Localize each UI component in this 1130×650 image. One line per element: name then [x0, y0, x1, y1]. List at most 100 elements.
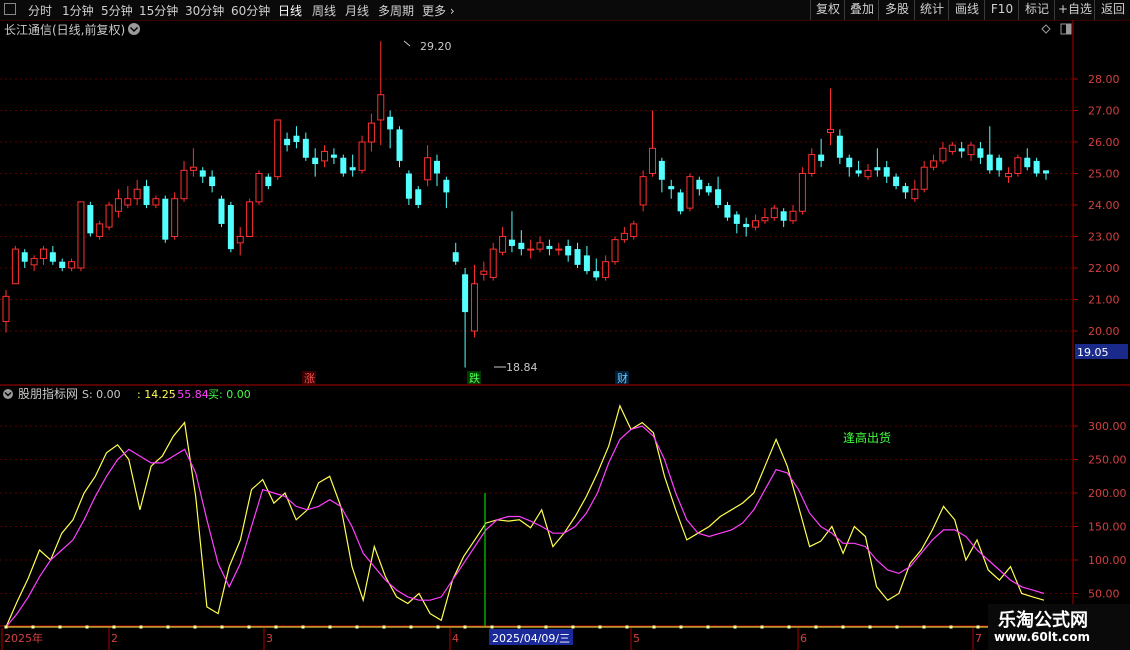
candle	[977, 142, 984, 165]
candle-body	[133, 188, 141, 200]
candle-body	[818, 154, 825, 161]
main-tick-label: 22.00	[1088, 262, 1120, 275]
candle-body	[312, 157, 319, 165]
candle-body	[798, 173, 806, 212]
candle-body	[321, 150, 329, 162]
candle	[11, 245, 19, 285]
candle	[59, 258, 66, 272]
candle-body	[996, 157, 1003, 171]
buy-dot	[274, 625, 278, 629]
buy-dot	[193, 625, 197, 629]
candle-body	[77, 201, 85, 269]
indicator-annotation: 逢高出货	[843, 430, 891, 445]
candle	[302, 132, 309, 161]
candle-body	[340, 157, 347, 174]
candle	[827, 88, 835, 146]
date-label: 3	[266, 632, 273, 645]
candle	[358, 135, 366, 174]
candle	[639, 170, 647, 212]
candle-body	[424, 157, 432, 181]
candle	[611, 236, 619, 265]
buy-dot	[679, 625, 683, 629]
indicator-readout-s: S: 0.00	[82, 388, 121, 401]
candle-body	[105, 204, 113, 228]
candle-body	[761, 217, 769, 222]
buy-dot	[409, 625, 413, 629]
buy-dot	[814, 625, 818, 629]
candle	[836, 129, 843, 165]
candle-body	[30, 258, 38, 266]
candle-body	[527, 248, 535, 251]
candle-body	[902, 186, 909, 193]
candle-body	[574, 249, 581, 265]
buy-dot	[895, 625, 899, 629]
candle	[789, 205, 797, 224]
candle-body	[377, 94, 385, 121]
event-marker-cai[interactable]: 财	[615, 371, 629, 385]
candle	[312, 148, 319, 177]
date-label: 6	[800, 632, 807, 645]
candle-body	[846, 157, 853, 168]
candle	[508, 211, 515, 253]
candle-body	[855, 170, 862, 174]
main-tick-label: 24.00	[1088, 199, 1120, 212]
candle-body	[930, 160, 938, 168]
axis-layer: 20.00 21.00 22.00 23.00 24.00 25.00 26.00 27.00…	[1073, 73, 1127, 601]
candle-body	[274, 119, 282, 178]
candle	[293, 126, 300, 149]
panel-toggle-icon[interactable]	[1060, 23, 1072, 35]
indicator-dropdown-icon[interactable]	[3, 389, 13, 399]
candle	[377, 41, 385, 146]
date-axis: 2025年 2 3 4 5 6 7 2025/04/09/三	[1, 628, 982, 650]
candle	[967, 142, 975, 161]
event-marker-zhang[interactable]: 涨	[302, 371, 316, 385]
candle	[1033, 157, 1040, 177]
candle-body	[189, 166, 197, 171]
candle-body	[780, 211, 787, 221]
candle-body	[508, 239, 515, 246]
candle	[480, 261, 488, 281]
title-dropdown-icon[interactable]	[128, 23, 140, 35]
candle-body	[893, 176, 900, 187]
candle	[246, 198, 254, 238]
candle	[893, 173, 900, 190]
event-cai-label: 财	[617, 371, 628, 385]
watermark-title: 乐淘公式网	[998, 610, 1088, 631]
candle	[162, 195, 169, 243]
candle-body	[236, 236, 244, 244]
candle	[274, 119, 282, 180]
candle	[227, 201, 234, 253]
date-highlight-label: 2025/04/09/三	[492, 632, 570, 645]
candle	[152, 195, 160, 209]
candle	[602, 255, 610, 281]
candle-body	[284, 138, 291, 146]
candle-body	[743, 223, 750, 228]
buy-dot	[166, 625, 170, 629]
diamond-icon[interactable]	[1041, 24, 1051, 34]
candle-body	[114, 198, 122, 212]
candle-body	[948, 144, 956, 152]
buy-dot	[976, 625, 980, 629]
candle-body	[789, 210, 797, 222]
candle-body	[143, 186, 150, 205]
candle	[489, 242, 497, 281]
event-marker-die[interactable]: 跌	[467, 371, 481, 385]
candle	[39, 245, 47, 265]
candle-body	[696, 179, 703, 190]
buy-dot	[922, 625, 926, 629]
candle-body	[124, 198, 132, 206]
min-price-label: 18.84	[506, 361, 538, 374]
main-tick-label: 21.00	[1088, 294, 1120, 307]
buy-dot	[220, 625, 224, 629]
ind-tick-label: 250.00	[1088, 454, 1127, 467]
stock-chart: 20.00 21.00 22.00 23.00 24.00 25.00 26.00 27.00…	[0, 20, 1130, 650]
candle	[143, 179, 150, 209]
candle-body	[630, 223, 638, 237]
buy-dot	[382, 625, 386, 629]
candle	[96, 220, 104, 240]
candle-body	[883, 167, 890, 177]
candle	[330, 148, 337, 165]
candle-body	[583, 255, 590, 272]
candle-body	[405, 173, 412, 199]
candle-body	[209, 176, 216, 187]
